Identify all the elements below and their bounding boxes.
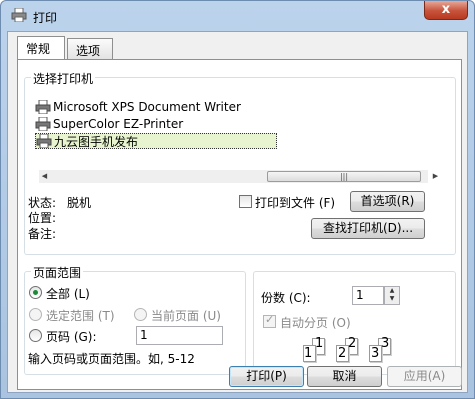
tab-options[interactable]: 选项 xyxy=(67,38,113,59)
print-to-file-checkbox[interactable] xyxy=(239,195,252,208)
collate-number: 1 xyxy=(315,336,324,351)
printer-item-selected[interactable]: 九云图手机发布 xyxy=(35,133,277,149)
spin-up-icon[interactable]: ▲ xyxy=(385,287,399,295)
page-range-pages-input[interactable]: 1 xyxy=(136,326,223,345)
copies-spinner[interactable]: ▲ ▼ xyxy=(384,286,400,305)
select-printer-group: 选择打印机 Microsoft XPS Document Writer Supe… xyxy=(24,70,456,255)
title-bar[interactable]: 打印 x xyxy=(1,1,474,31)
dialog-body: 常规 选项 选择打印机 Microsoft XPS Document Write… xyxy=(7,31,468,393)
print-to-file-label: 打印到文件 (F) xyxy=(255,196,336,210)
copies-input[interactable]: 1 xyxy=(352,286,384,305)
window-title: 打印 xyxy=(33,11,58,25)
print-dialog: 打印 x 常规 选项 选择打印机 Microsoft XPS Document … xyxy=(0,0,475,399)
page-range-pages-label: 页码 (G): xyxy=(46,330,97,344)
cancel-button[interactable]: 取消 xyxy=(307,366,382,387)
printer-item[interactable]: SuperColor EZ-Printer xyxy=(35,116,183,132)
page-range-current-label: 当前页面 (U) xyxy=(151,309,221,323)
printer-list[interactable]: Microsoft XPS Document Writer SuperColor… xyxy=(35,96,428,164)
find-printer-button[interactable]: 查找打印机(D)... xyxy=(311,218,425,239)
printer-icon xyxy=(35,100,51,114)
collate-number: 1 xyxy=(304,346,313,361)
page-range-label: 页面范围 xyxy=(31,264,84,281)
page-range-selection-radio[interactable] xyxy=(29,308,42,321)
printer-item[interactable]: Microsoft XPS Document Writer xyxy=(35,99,241,115)
collate-number: 3 xyxy=(371,346,380,361)
page-range-current-radio[interactable] xyxy=(134,308,147,321)
copies-group: 份数 (C): 1 ▲ ▼ ✓ 自动分页 (O) 1 1 2 2 3 3 xyxy=(253,271,456,375)
print-button[interactable]: 打印(P) xyxy=(229,366,304,387)
select-printer-label: 选择打印机 xyxy=(31,70,96,87)
printer-name: SuperColor EZ-Printer xyxy=(53,117,184,131)
printer-name: 九云图手机发布 xyxy=(54,134,139,149)
page-range-group: 页面范围 全部 (L) 选定范围 (T) 当前页面 (U) 页码 (G): 1 … xyxy=(24,264,246,375)
collate-checkbox[interactable]: ✓ xyxy=(263,313,276,328)
printer-name: Microsoft XPS Document Writer xyxy=(53,100,241,114)
printer-icon xyxy=(35,117,51,131)
page-range-pages-radio[interactable] xyxy=(29,329,42,342)
apply-button[interactable]: 应用(A) xyxy=(387,366,462,387)
page-range-hint: 输入页码或页面范围。如, 5-12 xyxy=(28,352,195,366)
scroll-right-icon[interactable]: ▶ xyxy=(431,172,440,181)
scrollbar-thumb[interactable]: ||| xyxy=(267,171,421,182)
spin-down-icon[interactable]: ▼ xyxy=(385,295,399,303)
page-range-all-label: 全部 (L) xyxy=(46,287,90,301)
collate-label: 自动分页 (O) xyxy=(280,316,351,330)
printer-list-scrollbar[interactable]: ◀ ||| ▶ xyxy=(39,170,438,183)
collate-number: 2 xyxy=(348,336,357,351)
checkmark-icon: ✓ xyxy=(265,313,275,326)
tab-panel-general: 选择打印机 Microsoft XPS Document Writer Supe… xyxy=(17,59,462,390)
page-range-all-radio[interactable] xyxy=(29,286,42,299)
page-range-selection-label: 选定范围 (T) xyxy=(46,309,115,323)
close-button[interactable]: x xyxy=(424,1,468,20)
preferences-button[interactable]: 首选项(R) xyxy=(350,191,425,212)
copies-label: 份数 (C): xyxy=(261,291,311,305)
printer-icon xyxy=(36,134,52,148)
comment-label: 备注: xyxy=(28,227,57,241)
printer-icon xyxy=(11,8,27,22)
scroll-left-icon[interactable]: ◀ xyxy=(40,172,49,181)
collate-number: 2 xyxy=(338,346,347,361)
location-label: 位置: xyxy=(28,211,57,225)
collate-number: 3 xyxy=(381,336,390,351)
status-value: 脱机 xyxy=(67,196,92,210)
tab-general[interactable]: 常规 xyxy=(17,36,65,59)
